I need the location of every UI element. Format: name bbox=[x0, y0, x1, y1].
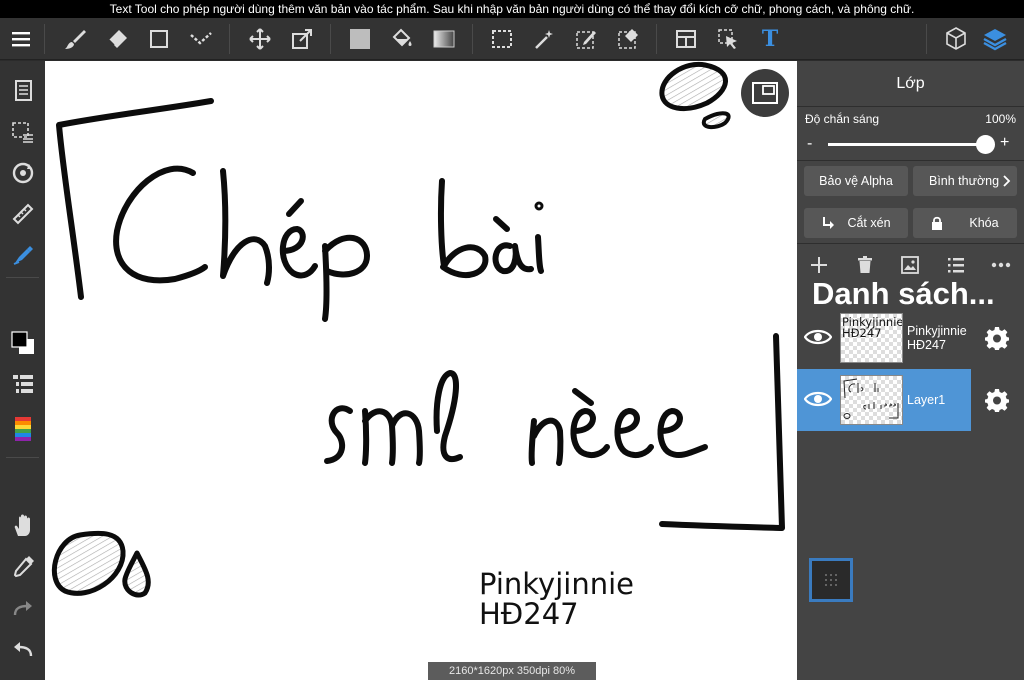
chevron-right-icon bbox=[1003, 175, 1011, 187]
opacity-slider-track[interactable] bbox=[828, 143, 986, 146]
eraser-icon[interactable] bbox=[99, 18, 135, 60]
panel-divider bbox=[797, 160, 1024, 161]
drop-shape-bottom-small bbox=[122, 550, 151, 598]
gradient-icon[interactable] bbox=[426, 18, 462, 60]
navigator-icon bbox=[752, 82, 778, 104]
drop-shape-bottom bbox=[51, 530, 126, 596]
select-arrow-icon[interactable] bbox=[710, 18, 746, 60]
navigator-button[interactable] bbox=[741, 69, 789, 117]
handwriting-line1 bbox=[113, 165, 544, 322]
layer-name-line1: Pinkyjinnie bbox=[907, 324, 967, 338]
opacity-slider-thumb[interactable] bbox=[976, 135, 995, 154]
layer-settings-gear-icon[interactable] bbox=[983, 386, 1011, 414]
layer-name: Pinkyjinnie HĐ247 bbox=[907, 324, 967, 352]
toolbar-divider bbox=[6, 277, 39, 278]
drop-shape-top-small bbox=[701, 111, 731, 130]
rotate-icon[interactable] bbox=[0, 155, 45, 191]
undo-icon[interactable] bbox=[0, 632, 45, 668]
visibility-eye-icon[interactable] bbox=[804, 325, 832, 349]
drawing-canvas[interactable]: Pinkyjinnie HĐ247 2160*1620px 350dpi 80% bbox=[45, 61, 797, 680]
thumbnail-drawing bbox=[843, 378, 899, 419]
menu-icon[interactable] bbox=[3, 18, 39, 60]
toolbar-divider bbox=[472, 24, 473, 54]
layer-settings-cell bbox=[971, 369, 1024, 431]
layers-panel: Lớp Độ chắn sáng 100% - + Bảo vệ Alpha B… bbox=[797, 61, 1024, 680]
magic-wand-icon[interactable] bbox=[526, 18, 562, 60]
dots-grid-icon bbox=[825, 574, 837, 586]
layers-icon[interactable] bbox=[977, 18, 1013, 60]
canvas-text-layer: Pinkyjinnie HĐ247 bbox=[479, 569, 634, 629]
layer-thumbnail-chip[interactable] bbox=[809, 558, 853, 602]
left-toolbar bbox=[0, 61, 45, 680]
alpha-protect-button[interactable]: Bảo vệ Alpha bbox=[804, 166, 908, 196]
top-toolbar: T bbox=[0, 18, 1024, 60]
layer-row-layer1[interactable]: Layer1 bbox=[797, 369, 971, 431]
toolbar-divider bbox=[656, 24, 657, 54]
bucket-icon[interactable] bbox=[384, 18, 420, 60]
selection-dots-icon[interactable] bbox=[183, 18, 219, 60]
move-icon[interactable] bbox=[242, 18, 278, 60]
opacity-value: 100% bbox=[985, 112, 1016, 126]
color-palette-icon[interactable] bbox=[0, 411, 45, 447]
corner-bracket-top-left bbox=[56, 98, 214, 300]
pages-icon[interactable] bbox=[0, 73, 45, 109]
toolbar-divider bbox=[6, 457, 39, 458]
transform-icon[interactable] bbox=[284, 18, 320, 60]
blend-mode-label: Bình thường bbox=[929, 174, 1000, 188]
layer-name: Layer1 bbox=[907, 393, 946, 407]
handwriting-line2 bbox=[324, 370, 708, 466]
select-pen-icon[interactable] bbox=[568, 18, 604, 60]
canvas-artwork bbox=[51, 61, 785, 598]
clip-arrow-icon bbox=[823, 217, 835, 229]
opacity-decrease-button[interactable]: - bbox=[807, 135, 812, 153]
rectangle-icon[interactable] bbox=[141, 18, 177, 60]
eyedropper-icon[interactable] bbox=[0, 549, 45, 585]
toolbar-divider bbox=[229, 24, 230, 54]
selection-menu-icon[interactable] bbox=[0, 114, 45, 150]
list-icon[interactable] bbox=[0, 366, 45, 402]
text-icon[interactable]: T bbox=[752, 18, 788, 60]
toolbar-divider bbox=[926, 24, 927, 54]
clipping-button[interactable]: Cắt xén bbox=[804, 208, 908, 238]
tool-hint-bar: Text Tool cho phép người dùng thêm văn b… bbox=[0, 0, 1024, 18]
canvas-text-line1: Pinkyjinnie bbox=[479, 567, 634, 601]
select-eraser-icon[interactable] bbox=[610, 18, 646, 60]
text-tool-glyph: T bbox=[761, 26, 779, 52]
lock-button[interactable]: Khóa bbox=[913, 208, 1017, 238]
lock-icon bbox=[932, 216, 943, 230]
opacity-label: Độ chắn sáng bbox=[805, 112, 880, 126]
hand-icon[interactable] bbox=[0, 508, 45, 544]
layer-name-line2: HĐ247 bbox=[907, 338, 946, 352]
layer-thumbnail bbox=[840, 375, 903, 425]
canvas-text-line2: HĐ247 bbox=[479, 597, 579, 631]
opacity-increase-button[interactable]: + bbox=[1000, 134, 1009, 152]
panel-title: Lớp bbox=[797, 61, 1024, 107]
toolbar-divider bbox=[44, 24, 45, 54]
pen-blue-icon[interactable] bbox=[0, 237, 45, 273]
clipping-label: Cắt xén bbox=[847, 216, 891, 230]
thumbnail-text-line2: HĐ247 bbox=[842, 326, 882, 340]
layer-row-text[interactable]: Pinkyjinnie HĐ247 Pinkyjinnie HĐ247 bbox=[797, 307, 1024, 369]
ruler-icon[interactable] bbox=[0, 196, 45, 232]
layer-thumbnail: Pinkyjinnie HĐ247 bbox=[840, 313, 903, 363]
drop-shape-top bbox=[659, 61, 728, 112]
layer-settings-gear-icon[interactable] bbox=[983, 324, 1011, 352]
toolbar-divider bbox=[330, 24, 331, 54]
brush-icon[interactable] bbox=[57, 18, 93, 60]
3d-cube-icon[interactable] bbox=[938, 18, 974, 60]
canvas-status-info: 2160*1620px 350dpi 80% bbox=[428, 662, 596, 680]
layout-icon[interactable] bbox=[668, 18, 704, 60]
select-rect-icon[interactable] bbox=[484, 18, 520, 60]
alpha-protect-label: Bảo vệ Alpha bbox=[819, 174, 893, 188]
fill-color-icon[interactable] bbox=[342, 18, 378, 60]
lock-label: Khóa bbox=[969, 216, 999, 230]
redo-icon[interactable] bbox=[0, 591, 45, 627]
thumbnail-text: Pinkyjinnie HĐ247 bbox=[841, 314, 902, 339]
blend-mode-button[interactable]: Bình thường bbox=[913, 166, 1017, 196]
color-swatch-icon[interactable] bbox=[0, 325, 45, 361]
visibility-eye-icon[interactable] bbox=[804, 387, 832, 411]
corner-bracket-bottom-right bbox=[659, 333, 785, 531]
panel-divider bbox=[797, 243, 1024, 244]
